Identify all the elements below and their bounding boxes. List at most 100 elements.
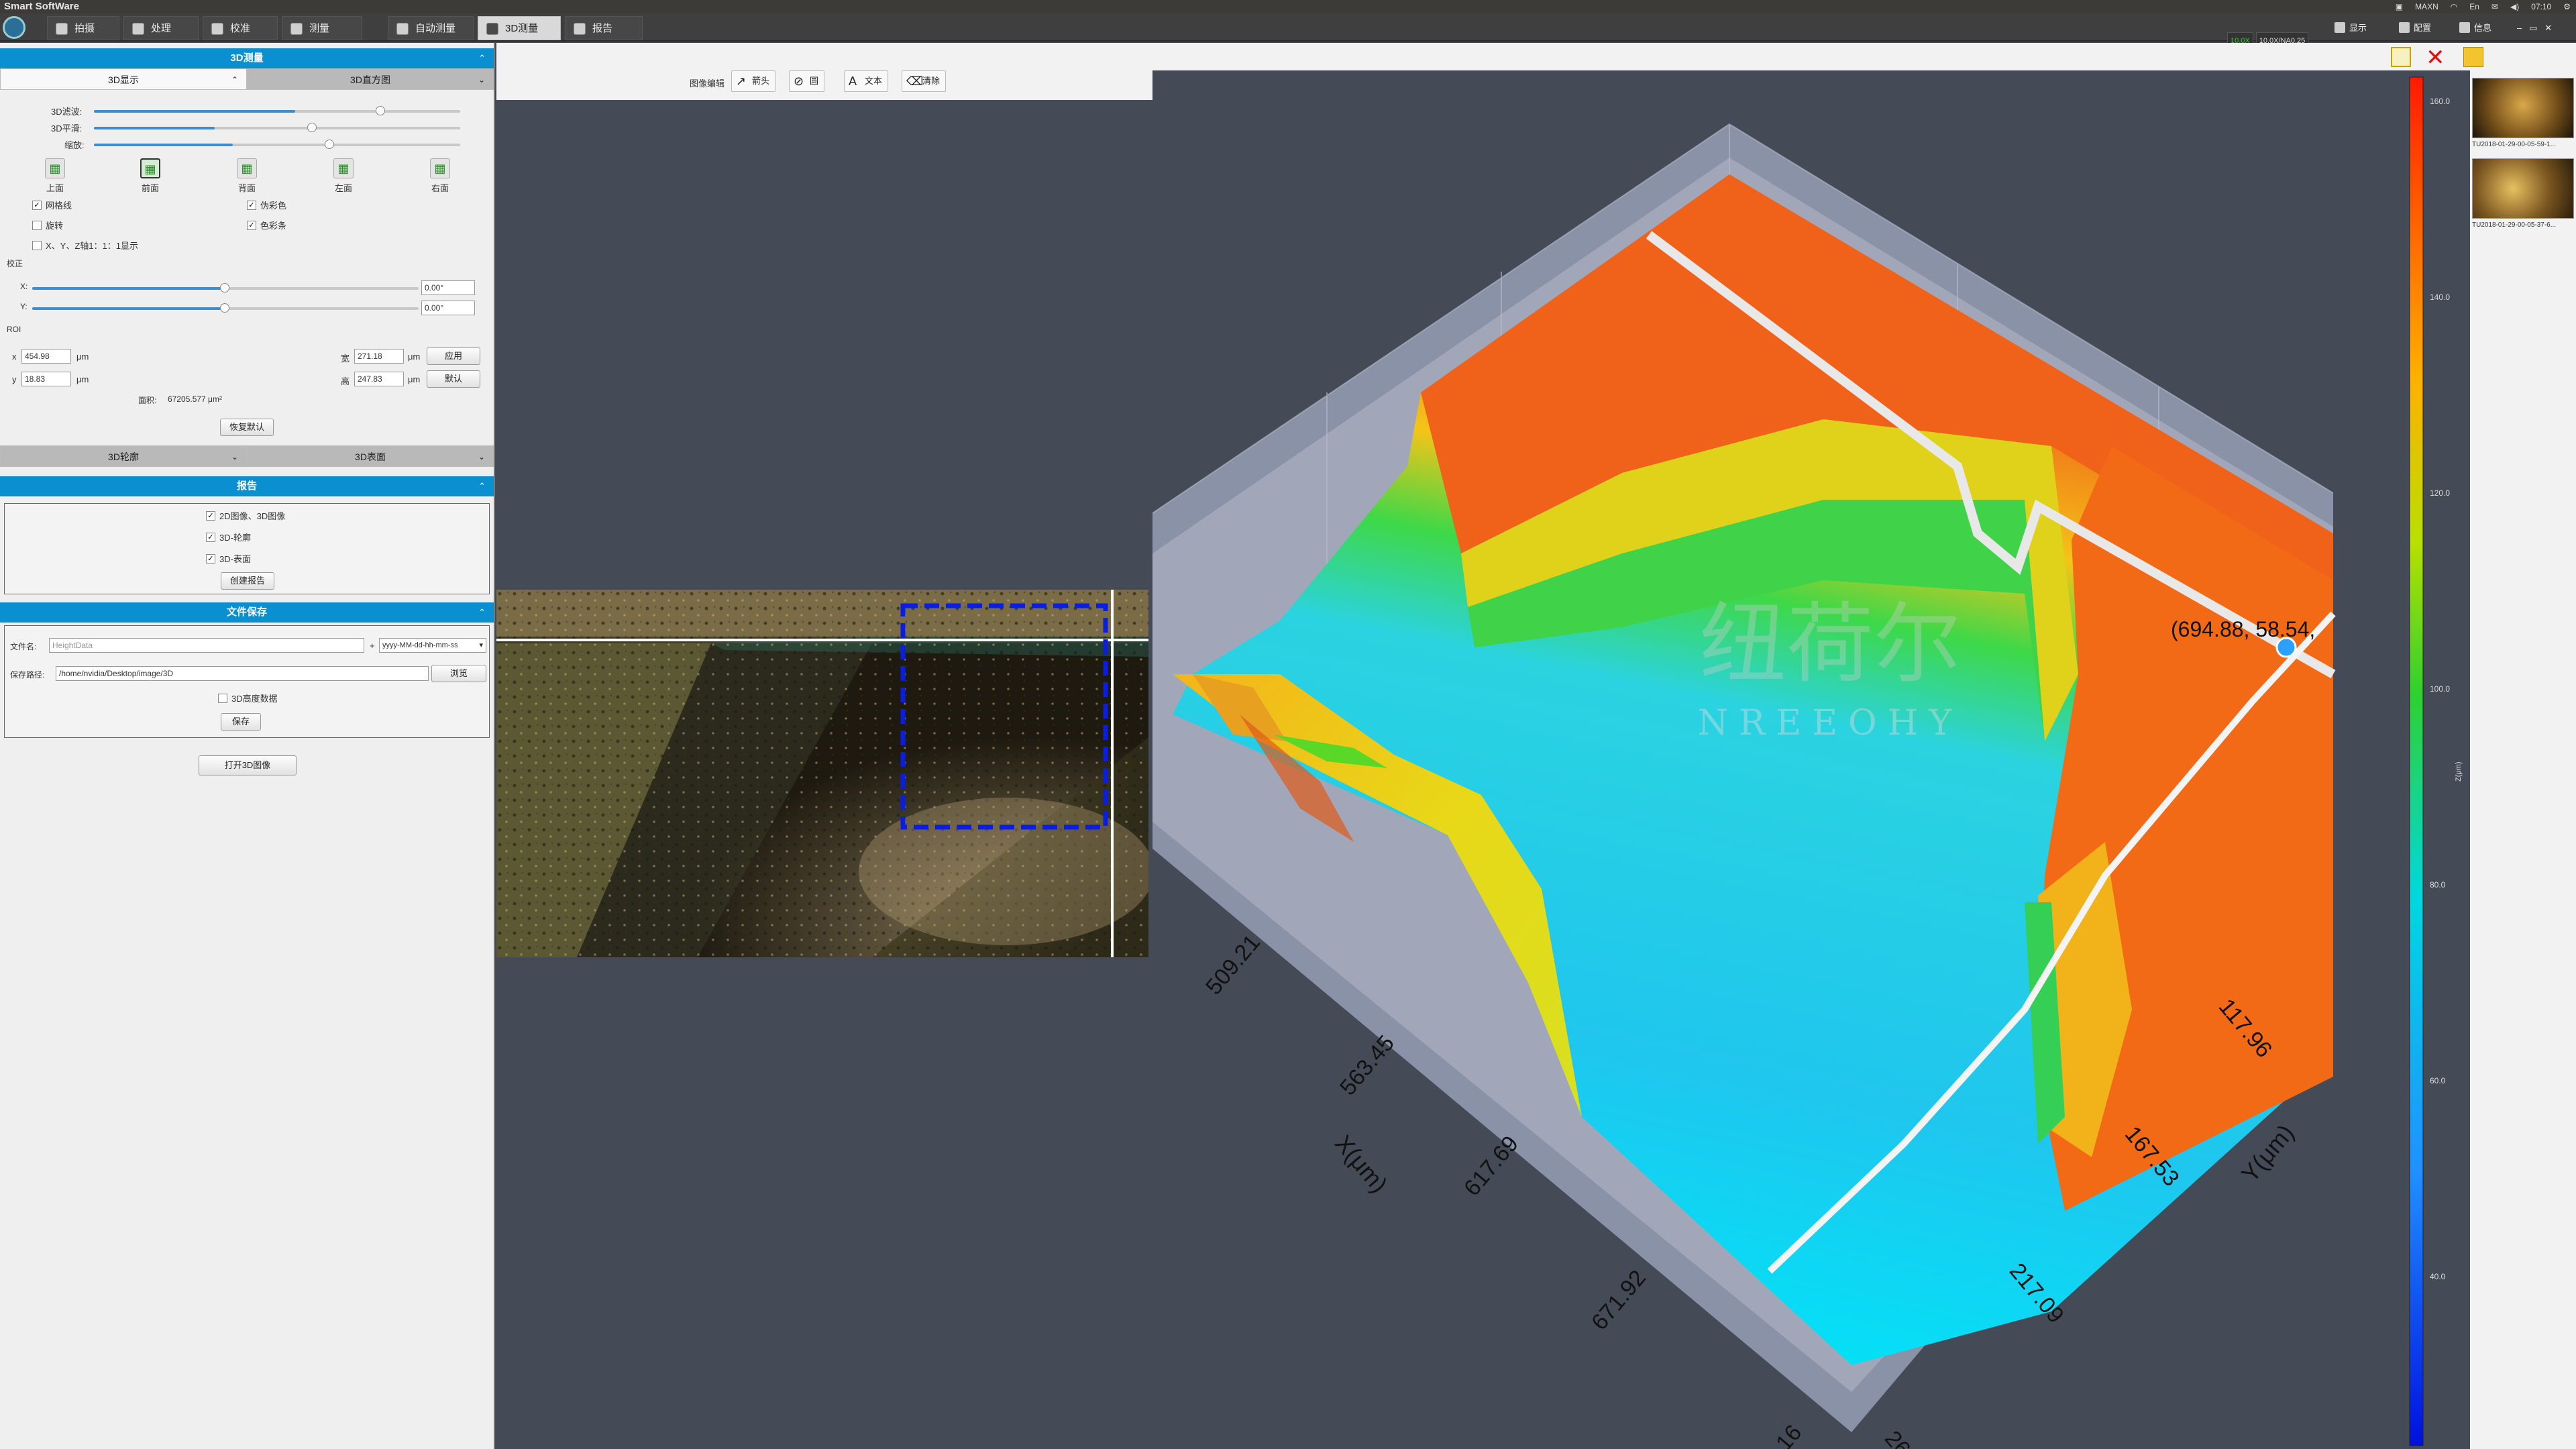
power-mode[interactable]: MAXN xyxy=(2415,0,2438,13)
view-front-icon: ▦ xyxy=(140,158,160,178)
chevron-up-icon[interactable]: ⌃ xyxy=(478,476,486,496)
subtab-3d-surface[interactable]: 3D表面 ⌄ xyxy=(247,445,494,467)
slider-zoom[interactable] xyxy=(94,140,460,149)
window-controls: – ▭ ✕ xyxy=(2517,17,2552,39)
slider-smooth[interactable] xyxy=(94,123,460,132)
tab-auto-measure[interactable]: 自动测量 xyxy=(388,16,474,40)
view-top-button[interactable]: ▦ 上面 xyxy=(42,158,68,194)
maximize-icon[interactable]: ▭ xyxy=(2529,23,2537,33)
checkbox-3d-height-data[interactable]: 3D高度数据 xyxy=(218,692,278,704)
thumbnail-image[interactable] xyxy=(2472,78,2574,138)
restore-default-button[interactable]: 恢复默认 xyxy=(220,419,274,436)
minimize-icon[interactable]: – xyxy=(2517,23,2522,33)
section-file-save[interactable]: 文件保存 ⌃ xyxy=(0,602,494,623)
right-thumbnail-panel: ✕ TU2018-01-29-00-05-59-1... TU2018-01-2… xyxy=(2391,43,2576,1449)
roi-x-label: x xyxy=(12,352,17,362)
section-report[interactable]: 报告 ⌃ xyxy=(0,476,494,496)
tab-process[interactable]: 处理 xyxy=(123,16,199,40)
tab-calibrate[interactable]: 校准 xyxy=(203,16,278,40)
close-icon[interactable]: ✕ xyxy=(2544,23,2552,33)
checkbox-rotate[interactable]: 旋转 xyxy=(32,219,63,231)
date-format-select[interactable]: yyyy-MM-dd-hh-mm-ss ▾ xyxy=(379,638,486,653)
text-tool-button[interactable]: A 文本 xyxy=(844,70,889,92)
slider-calib-x[interactable] xyxy=(32,283,419,292)
mail-icon[interactable]: ✉ xyxy=(2491,0,2498,13)
wifi-icon[interactable]: ◠ xyxy=(2451,0,2457,13)
checkbox-3d-surface[interactable]: ✓ 3D-表面 xyxy=(206,552,251,565)
thumbnail-toolbar: ✕ xyxy=(2391,44,2568,71)
file-name-input[interactable]: HeightData xyxy=(49,638,364,653)
roi-y-label: y xyxy=(12,374,17,384)
view-back-button[interactable]: ▦ 背面 xyxy=(233,158,260,194)
view-right-button[interactable]: ▦ 右面 xyxy=(427,158,453,194)
roi-y-field[interactable]: 18.83 xyxy=(21,372,71,386)
slider-filter[interactable] xyxy=(94,106,460,115)
checkbox-axis-ratio[interactable]: X、Y、Z轴1：1：1显示 xyxy=(32,239,138,252)
slider-calib-y[interactable] xyxy=(32,303,419,313)
delete-icon[interactable]: ✕ xyxy=(2426,44,2445,71)
chevron-down-icon: ⌄ xyxy=(478,75,485,85)
watermark-en: NREEOHY xyxy=(1698,703,1963,743)
chevron-up-icon: ⌃ xyxy=(231,75,238,85)
roi-x-unit: μm xyxy=(76,352,89,362)
tab-info[interactable]: 信息 xyxy=(2455,17,2491,39)
checkbox-colorbar[interactable]: ✓ 色彩条 xyxy=(247,219,286,231)
thumbnail-image[interactable] xyxy=(2472,158,2574,219)
subtab-3d-display[interactable]: 3D显示 ⌃ xyxy=(0,68,247,90)
roi-x-field[interactable]: 454.98 xyxy=(21,349,71,364)
subtab-3d-histogram[interactable]: 3D直方图 ⌄ xyxy=(247,68,494,90)
save-path-input[interactable]: /home/nvidia/Desktop/image/3D xyxy=(56,666,429,681)
info-icon xyxy=(2459,22,2470,33)
save-button[interactable]: 保存 xyxy=(221,713,261,731)
x-tick-4: 671.92 xyxy=(1587,1265,1651,1335)
image-edit-toolbar: 图像编辑 ↗ 箭头 ⊘ 圆 A 文本 ⌫ 清除 xyxy=(496,43,1152,100)
subtab-3d-profile[interactable]: 3D轮廓 ⌄ xyxy=(0,445,247,467)
chevron-up-icon[interactable]: ⌃ xyxy=(478,602,486,623)
config-icon xyxy=(2399,22,2410,33)
checkbox-3d-profile[interactable]: ✓ 3D-轮廓 xyxy=(206,531,251,543)
colorbar-tick: 140.0 xyxy=(2430,292,2450,302)
tab-measure[interactable]: 测量 xyxy=(282,16,362,40)
browse-button[interactable]: 浏览 xyxy=(431,665,486,682)
tab-3d-measure[interactable]: 3D测量 xyxy=(478,16,561,40)
open-3d-image-button[interactable]: 打开3D图像 xyxy=(199,755,297,775)
section-3d-measure[interactable]: 3D测量 ⌃ xyxy=(0,48,494,68)
tab-report[interactable]: 报告 xyxy=(565,16,643,40)
volume-icon[interactable]: ◀) xyxy=(2510,0,2519,13)
roi-height-field[interactable]: 247.83 xyxy=(354,372,404,386)
clear-tool-button[interactable]: ⌫ 清除 xyxy=(902,70,947,92)
keyboard-icon[interactable]: En xyxy=(2469,0,2479,13)
create-report-button[interactable]: 创建报告 xyxy=(221,572,274,590)
checkbox-2d3d-images[interactable]: ✓ 2D图像、3D图像 xyxy=(206,509,285,522)
x-tick-3: 617.69 xyxy=(1459,1131,1523,1201)
calib-x-field[interactable]: 0.00° xyxy=(421,280,475,295)
nvidia-icon[interactable]: ▣ xyxy=(2396,0,2403,13)
circle-tool-button[interactable]: ⊘ 圆 xyxy=(789,70,825,92)
report-group: ✓ 2D图像、3D图像 ✓ 3D-轮廓 ✓ 3D-表面 创建报告 xyxy=(4,503,490,594)
app-logo[interactable] xyxy=(3,16,25,39)
checkbox-grid[interactable]: ✓ 网格线 xyxy=(32,199,72,211)
checkbox-pseudo-color[interactable]: ✓ 伪彩色 xyxy=(247,199,286,211)
save-icon[interactable] xyxy=(2391,47,2411,67)
gear-icon[interactable]: ⚙ xyxy=(2563,0,2571,13)
3d-surface-plot[interactable]: 纽荷尔 NREEOHY (694.88, 58.54, 509.21 563.4… xyxy=(1152,70,2494,1449)
view-left-button[interactable]: ▦ 左面 xyxy=(330,158,357,194)
tab-capture[interactable]: 拍摄 xyxy=(47,16,119,40)
tab-config[interactable]: 配置 xyxy=(2395,17,2431,39)
calib-y-field[interactable]: 0.00° xyxy=(421,301,475,315)
clock[interactable]: 07:10 xyxy=(2531,0,2551,13)
microscope-photo[interactable] xyxy=(496,590,1148,957)
network-icon xyxy=(396,23,409,35)
slider-label-zoom: 缩放: xyxy=(64,140,85,150)
folder-icon[interactable] xyxy=(2463,47,2483,67)
view-front-button[interactable]: ▦ 前面 xyxy=(137,158,164,194)
cursor-readout: (694.88, 58.54, xyxy=(2171,617,2315,641)
roi-h-label: 高 xyxy=(341,376,350,386)
arrow-tool-button[interactable]: ↗ 箭头 xyxy=(731,70,776,92)
tab-display[interactable]: 显示 xyxy=(2330,17,2367,39)
roi-width-field[interactable]: 271.18 xyxy=(354,349,404,364)
apply-button[interactable]: 应用 xyxy=(427,347,480,365)
chevron-up-icon[interactable]: ⌃ xyxy=(478,48,486,68)
default-button[interactable]: 默认 xyxy=(427,370,480,388)
ruler-icon xyxy=(211,23,223,35)
